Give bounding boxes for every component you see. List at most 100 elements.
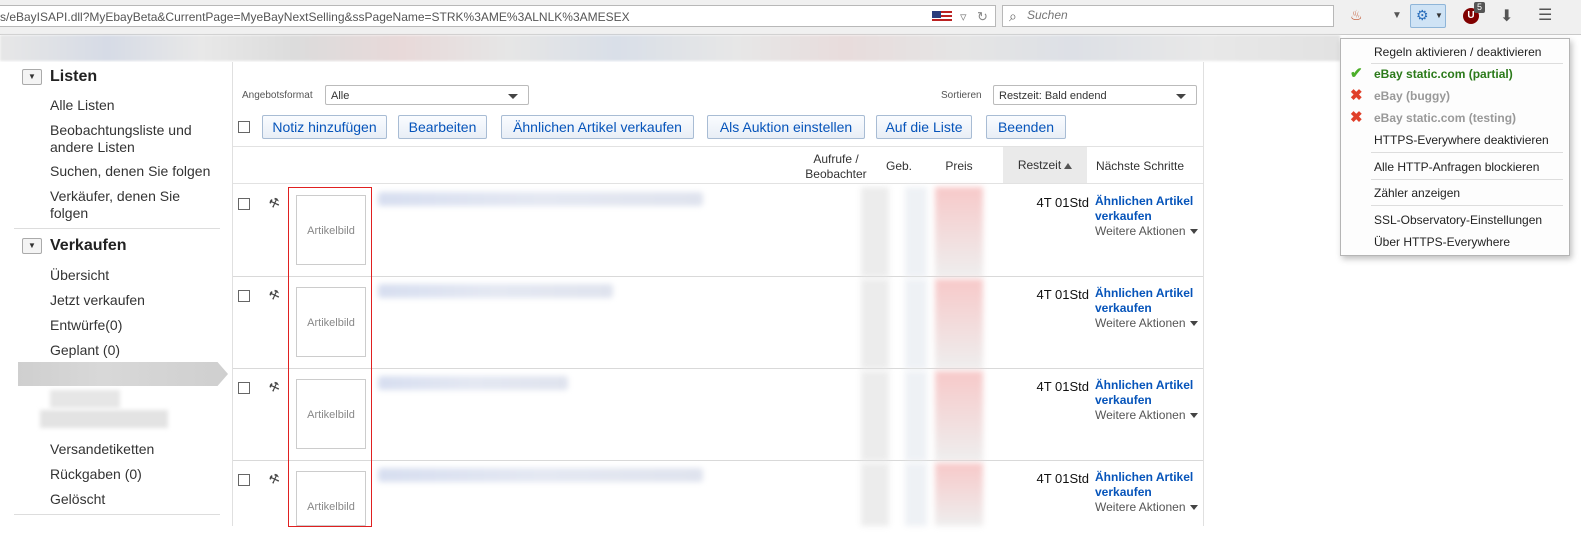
sort-select[interactable]: Restzeit: Bald endend — [993, 85, 1197, 105]
browser-toolbar: s/eBayISAPI.dll?MyEbayBeta&CurrentPage=M… — [0, 0, 1581, 35]
row-checkbox[interactable] — [238, 198, 250, 210]
item-title-link[interactable] — [378, 468, 703, 482]
item-title-link[interactable] — [378, 376, 568, 390]
addon-flame-icon[interactable]: ♨ — [1350, 7, 1363, 24]
url-text[interactable]: s/eBayISAPI.dll?MyEbayBeta&CurrentPage=M… — [0, 6, 630, 28]
chevron-down-icon — [1189, 505, 1198, 511]
column-header-views[interactable]: Aufrufe / Beobachter — [799, 152, 873, 182]
sidebar-item-redacted[interactable] — [50, 390, 120, 408]
column-header-time-left[interactable]: Restzeit — [1003, 147, 1087, 183]
column-header-next-steps: Nächste Schritte — [1095, 159, 1185, 173]
divider — [233, 276, 1203, 277]
sidebar-item-uebersicht[interactable]: Übersicht — [50, 267, 220, 284]
cross-icon: ✖ — [1350, 87, 1363, 104]
sidebar-item-geplant[interactable]: Geplant (0) — [50, 342, 220, 359]
menu-item-rule-ebay-static-testing[interactable]: eBay static.com (testing) — [1374, 111, 1516, 125]
format-select[interactable]: Alle — [325, 85, 529, 105]
menu-item-ssl-observatory[interactable]: SSL-Observatory-Einstellungen — [1374, 213, 1542, 227]
format-select-value: Alle — [331, 90, 350, 102]
price-cell — [935, 187, 983, 277]
item-title-link[interactable] — [378, 192, 703, 206]
sell-similar-link[interactable]: Ähnlichen Artikel verkaufen — [1095, 194, 1203, 224]
more-actions-label: Weitere Aktionen — [1095, 408, 1186, 422]
address-bar[interactable]: s/eBayISAPI.dll?MyEbayBeta&CurrentPage=M… — [0, 5, 996, 27]
sell-similar-link[interactable]: Ähnlichen Artikel verkaufen — [1095, 378, 1203, 408]
sidebar: ▼ Listen Alle Listen Beobachtungsliste u… — [0, 62, 232, 526]
time-left-value: 4T 01Std — [1036, 471, 1089, 486]
bids-cell — [905, 279, 927, 369]
search-bar[interactable]: ⌕ — [1002, 5, 1334, 27]
verkaufen-heading: Verkaufen — [50, 237, 127, 254]
more-actions-dropdown[interactable]: Weitere Aktionen — [1095, 408, 1198, 422]
sidebar-item-geloescht[interactable]: Gelöscht — [50, 491, 220, 508]
menu-item-about[interactable]: Über HTTPS-Everywhere — [1374, 235, 1510, 249]
hamburger-menu-icon[interactable]: ☰ — [1538, 5, 1552, 25]
sell-similar-link[interactable]: Ähnlichen Artikel verkaufen — [1095, 470, 1203, 500]
price-cell — [935, 463, 983, 526]
sidebar-item-alle-listen[interactable]: Alle Listen — [50, 97, 220, 114]
end-listing-button[interactable]: Beenden — [986, 115, 1066, 139]
sidebar-item-selected-redacted[interactable] — [18, 362, 228, 386]
dropdown-icon[interactable]: ▿ — [960, 6, 967, 28]
menu-item-rule-ebay-static-partial[interactable]: eBay static.com (partial) — [1374, 67, 1513, 81]
sidebar-item-suchen[interactable]: Suchen, denen Sie folgen — [50, 163, 220, 180]
column-header-price[interactable]: Preis — [933, 159, 985, 174]
chevron-down-icon — [1189, 413, 1198, 419]
https-everywhere-menu: Regeln aktivieren / deaktivieren ✔ eBay … — [1340, 38, 1570, 256]
collapse-toggle-icon[interactable]: ▼ — [22, 238, 42, 254]
menu-item-rule-ebay-buggy[interactable]: eBay (buggy) — [1374, 89, 1450, 103]
sidebar-item-jetzt-verkaufen[interactable]: Jetzt verkaufen — [50, 292, 220, 309]
sidebar-item-versandetiketten[interactable]: Versandetiketten — [50, 441, 220, 458]
time-left-value: 4T 01Std — [1036, 287, 1089, 302]
select-all-checkbox[interactable] — [238, 121, 250, 133]
https-everywhere-icon: ⚙ — [1416, 7, 1429, 23]
more-actions-label: Weitere Aktionen — [1095, 316, 1186, 330]
bids-cell — [905, 371, 927, 461]
more-actions-dropdown[interactable]: Weitere Aktionen — [1095, 224, 1198, 238]
sell-similar-link[interactable]: Ähnlichen Artikel verkaufen — [1095, 286, 1203, 316]
reload-icon[interactable]: ↻ — [977, 6, 988, 28]
divider — [233, 460, 1203, 461]
https-everywhere-button[interactable]: ⚙ ▼ — [1410, 4, 1446, 28]
format-filter-label: Angebotsformat — [242, 90, 313, 101]
us-flag-icon[interactable] — [932, 11, 952, 23]
sidebar-item-verkaeufer[interactable]: Verkäufer, denen Sie folgen — [50, 188, 220, 222]
more-actions-label: Weitere Aktionen — [1095, 224, 1186, 238]
edit-button[interactable]: Bearbeiten — [398, 115, 487, 139]
sell-similar-button[interactable]: Ähnlichen Artikel verkaufen — [501, 115, 694, 139]
menu-item-disable-https-everywhere[interactable]: HTTPS-Everywhere deaktivieren — [1374, 133, 1549, 147]
item-title-link[interactable] — [378, 284, 613, 298]
menu-item-toggle-rules[interactable]: Regeln aktivieren / deaktivieren — [1374, 45, 1541, 59]
add-to-list-button[interactable]: Auf die Liste — [876, 115, 972, 139]
menu-item-show-counter[interactable]: Zähler anzeigen — [1374, 186, 1460, 200]
verkaufen-section-header[interactable]: ▼ Verkaufen — [20, 234, 220, 258]
time-left-value: 4T 01Std — [1036, 379, 1089, 394]
search-input[interactable] — [1025, 7, 1329, 23]
sidebar-item-entwuerfe[interactable]: Entwürfe(0) — [50, 317, 220, 334]
views-cell — [861, 187, 889, 277]
add-note-button[interactable]: Notiz hinzufügen — [262, 115, 387, 139]
chevron-down-icon — [508, 94, 518, 99]
collapse-toggle-icon[interactable]: ▼ — [22, 69, 42, 85]
column-header-bids[interactable]: Geb. — [879, 159, 919, 174]
more-actions-dropdown[interactable]: Weitere Aktionen — [1095, 316, 1198, 330]
row-checkbox[interactable] — [238, 382, 250, 394]
blurred-tab-strip — [0, 35, 1340, 61]
listen-section-header[interactable]: ▼ Listen — [20, 65, 220, 89]
list-as-auction-button[interactable]: Als Auktion einstellen — [707, 115, 865, 139]
sidebar-item-beobachtungsliste[interactable]: Beobachtungsliste und andere Listen — [50, 122, 220, 156]
download-icon[interactable]: ⬇ — [1500, 6, 1513, 26]
divider — [233, 183, 1203, 184]
chevron-down-icon: ▼ — [1435, 11, 1443, 20]
divider — [1371, 179, 1563, 180]
more-actions-dropdown[interactable]: Weitere Aktionen — [1095, 500, 1198, 514]
row-checkbox[interactable] — [238, 290, 250, 302]
sidebar-item-redacted[interactable] — [40, 410, 168, 428]
menu-item-block-http[interactable]: Alle HTTP-Anfragen blockieren — [1374, 160, 1539, 174]
sidebar-item-rueckgaben[interactable]: Rückgaben (0) — [50, 466, 220, 483]
auction-hammer-icon: ⚒ — [266, 286, 282, 304]
chevron-down-icon — [1189, 321, 1198, 327]
row-checkbox[interactable] — [238, 474, 250, 486]
views-cell — [861, 463, 889, 526]
chevron-down-icon[interactable]: ▼ — [1392, 10, 1402, 21]
